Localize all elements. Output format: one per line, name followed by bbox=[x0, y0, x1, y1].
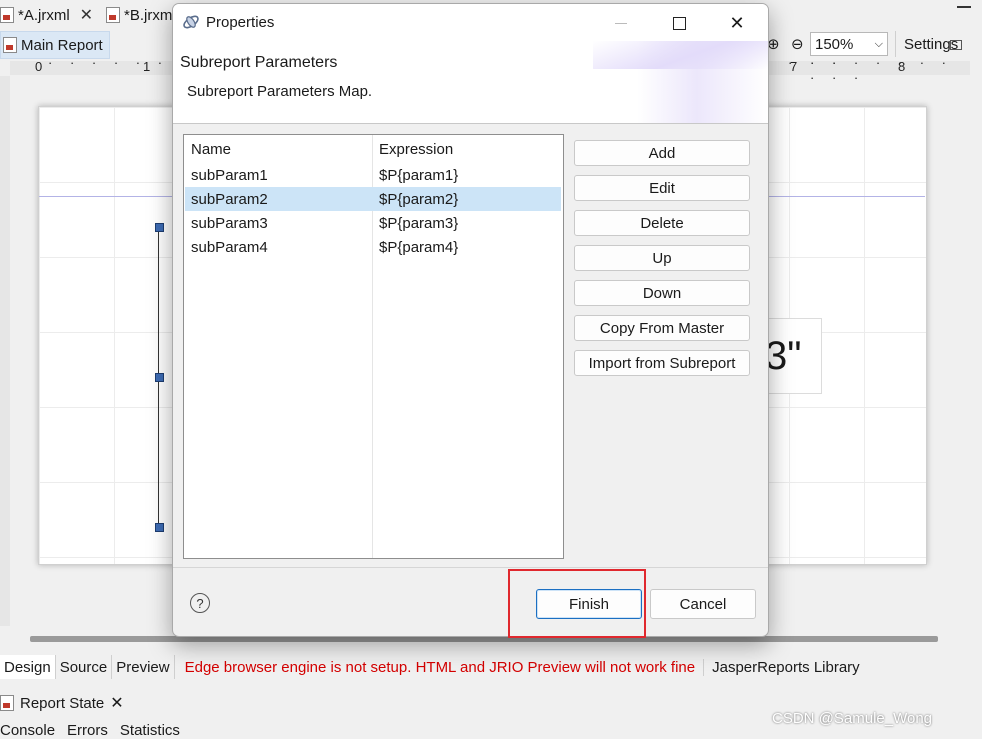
dialog-title: Properties bbox=[206, 14, 275, 31]
close-icon[interactable]: ✕ bbox=[80, 5, 93, 25]
table-row[interactable]: subParam3 $P{param3} bbox=[185, 211, 561, 235]
resize-handle[interactable] bbox=[155, 223, 164, 232]
report-file-icon bbox=[106, 7, 120, 23]
delete-button[interactable]: Delete bbox=[574, 210, 750, 236]
param-name: subParam4 bbox=[191, 238, 268, 256]
close-icon: ✕ bbox=[729, 12, 745, 33]
parameters-table[interactable]: Name Expression subParam1 $P{param1} sub… bbox=[183, 134, 564, 559]
maximize-button[interactable] bbox=[659, 10, 699, 36]
ruler-mark-7: 7 bbox=[790, 59, 798, 74]
minimize-icon bbox=[615, 22, 627, 24]
ruler-mark-8: 8 bbox=[898, 59, 906, 74]
header-separator bbox=[173, 123, 768, 124]
jasperreports-library-label[interactable]: JasperReports Library bbox=[703, 658, 860, 676]
tab-source-label: Source bbox=[59, 658, 108, 676]
main-report-label: Main Report bbox=[21, 36, 103, 54]
resize-handle[interactable] bbox=[155, 523, 164, 532]
editor-tab-a-label: *A.jrxml bbox=[18, 6, 70, 24]
edge-warning-message: Edge browser engine is not setup. HTML a… bbox=[184, 658, 696, 676]
ruler-mark-1: 1 bbox=[143, 59, 151, 74]
header-description: Subreport Parameters Map. bbox=[187, 83, 373, 100]
table-row[interactable]: subParam4 $P{param4} bbox=[185, 235, 561, 259]
properties-icon bbox=[183, 15, 199, 29]
up-button[interactable]: Up bbox=[574, 245, 750, 271]
table-row-selected[interactable]: subParam2 $P{param2} bbox=[185, 187, 561, 211]
editor-tab-a[interactable]: *A.jrxml ✕ bbox=[0, 2, 93, 28]
report-state-title[interactable]: Report State bbox=[20, 695, 104, 712]
param-expression: $P{param1} bbox=[379, 166, 459, 184]
copy-from-master-button[interactable]: Copy From Master bbox=[574, 315, 750, 341]
report-state-icon bbox=[0, 695, 14, 711]
report-state-tabs: Console Errors Statistics bbox=[0, 722, 180, 739]
watermark: CSDN @Samule_Wong bbox=[772, 710, 933, 727]
tab-statistics[interactable]: Statistics bbox=[120, 722, 180, 739]
param-expression: $P{param4} bbox=[379, 238, 459, 256]
vertical-ruler bbox=[0, 76, 10, 626]
edit-button[interactable]: Edit bbox=[574, 175, 750, 201]
tab-console[interactable]: Console bbox=[0, 722, 55, 739]
minimize-icon[interactable] bbox=[957, 6, 971, 8]
highlight-annotation-box bbox=[508, 569, 646, 638]
report-icon bbox=[3, 37, 17, 53]
param-name: subParam2 bbox=[191, 190, 268, 208]
header-title: Subreport Parameters bbox=[180, 54, 338, 71]
add-button[interactable]: Add bbox=[574, 140, 750, 166]
zoom-value: 150% bbox=[815, 35, 854, 53]
close-button[interactable]: ✕ bbox=[717, 10, 757, 36]
text-field-content: 3" bbox=[765, 333, 802, 378]
param-name: subParam1 bbox=[191, 166, 268, 184]
maximize-icon[interactable] bbox=[950, 40, 962, 50]
footer-separator bbox=[173, 567, 768, 568]
tab-errors[interactable]: Errors bbox=[67, 722, 108, 739]
tab-preview-label: Preview bbox=[116, 658, 170, 676]
minimize-button[interactable] bbox=[601, 10, 641, 36]
zoom-out-icon[interactable]: ⊖ bbox=[791, 31, 804, 57]
import-from-subreport-button[interactable]: Import from Subreport bbox=[574, 350, 750, 376]
param-expression: $P{param2} bbox=[379, 190, 459, 208]
header-decoration bbox=[593, 41, 768, 69]
zoom-select[interactable]: 150% ⌵ bbox=[810, 31, 888, 57]
resize-handle[interactable] bbox=[155, 373, 164, 382]
chevron-down-icon: ⌵ bbox=[874, 37, 883, 50]
cancel-button[interactable]: Cancel bbox=[650, 589, 756, 619]
text-field-element[interactable]: 3" bbox=[760, 318, 822, 394]
tab-source[interactable]: Source bbox=[56, 655, 113, 679]
ruler-mark-0: 0 bbox=[35, 59, 43, 74]
param-name: subParam3 bbox=[191, 214, 268, 232]
close-icon[interactable]: ✕ bbox=[110, 693, 123, 713]
column-header-expression[interactable]: Expression bbox=[379, 141, 453, 158]
editor-tab-b[interactable]: *B.jrxm bbox=[106, 2, 172, 28]
help-icon[interactable]: ? bbox=[190, 593, 210, 613]
editor-bottom-tabs: Design Source Preview Edge browser engin… bbox=[0, 654, 982, 680]
column-header-name[interactable]: Name bbox=[191, 141, 231, 158]
properties-dialog: Properties ✕ Subreport Parameters Subrep… bbox=[172, 3, 769, 637]
tab-design[interactable]: Design bbox=[0, 655, 56, 679]
report-file-icon bbox=[0, 7, 14, 23]
tab-preview[interactable]: Preview bbox=[112, 655, 175, 679]
ruler-dots: · · · · · · · · · · bbox=[810, 55, 953, 85]
param-expression: $P{param3} bbox=[379, 214, 459, 232]
maximize-icon bbox=[672, 16, 686, 30]
tab-design-label: Design bbox=[4, 658, 51, 676]
editor-tab-b-label: *B.jrxm bbox=[124, 6, 173, 24]
table-row[interactable]: subParam1 $P{param1} bbox=[185, 163, 561, 187]
down-button[interactable]: Down bbox=[574, 280, 750, 306]
